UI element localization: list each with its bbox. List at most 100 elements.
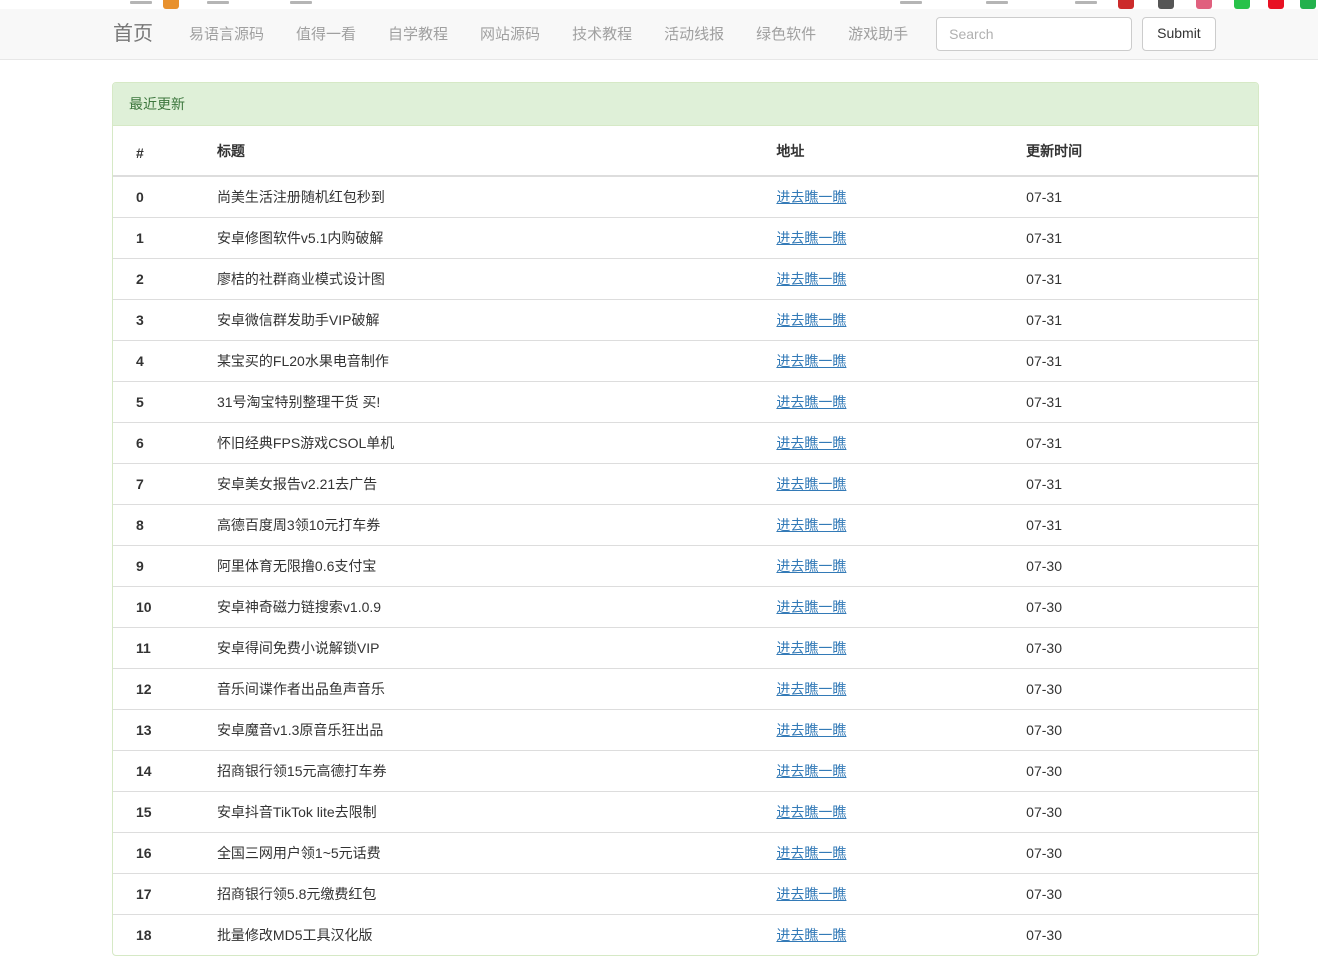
row-update-time: 07-30 <box>1018 874 1258 915</box>
row-index: 1 <box>113 218 209 259</box>
row-title: 批量修改MD5工具汉化版 <box>209 915 768 956</box>
row-index: 6 <box>113 423 209 464</box>
table-row: 8高德百度周3领10元打车券进去瞧一瞧07-31 <box>113 505 1258 546</box>
search-submit-button[interactable]: Submit <box>1142 17 1216 51</box>
bookmark-icon-red-green[interactable] <box>1118 0 1134 9</box>
row-address-cell: 进去瞧一瞧 <box>768 505 1018 546</box>
row-index: 9 <box>113 546 209 587</box>
row-title: 招商银行领15元高德打车券 <box>209 751 768 792</box>
row-visit-link[interactable]: 进去瞧一瞧 <box>776 722 846 738</box>
row-visit-link[interactable]: 进去瞧一瞧 <box>776 558 846 574</box>
row-visit-link[interactable]: 进去瞧一瞧 <box>776 476 846 492</box>
row-address-cell: 进去瞧一瞧 <box>768 669 1018 710</box>
row-address-cell: 进去瞧一瞧 <box>768 833 1018 874</box>
row-address-cell: 进去瞧一瞧 <box>768 464 1018 505</box>
bookmark-bar-1[interactable] <box>130 1 152 4</box>
row-visit-link[interactable]: 进去瞧一瞧 <box>776 927 846 943</box>
row-update-time: 07-30 <box>1018 915 1258 956</box>
row-visit-link[interactable]: 进去瞧一瞧 <box>776 517 846 533</box>
row-update-time: 07-31 <box>1018 423 1258 464</box>
row-address-cell: 进去瞧一瞧 <box>768 792 1018 833</box>
row-update-time: 07-30 <box>1018 792 1258 833</box>
row-index: 7 <box>113 464 209 505</box>
table-row: 7安卓美女报告v2.21去广告进去瞧一瞧07-31 <box>113 464 1258 505</box>
row-index: 8 <box>113 505 209 546</box>
row-index: 5 <box>113 382 209 423</box>
nav-link-1[interactable]: 值得一看 <box>296 27 356 42</box>
row-index: 18 <box>113 915 209 956</box>
row-address-cell: 进去瞧一瞧 <box>768 546 1018 587</box>
nav-link-6[interactable]: 绿色软件 <box>756 27 816 42</box>
row-visit-link[interactable]: 进去瞧一瞧 <box>776 640 846 656</box>
nav-link-7[interactable]: 游戏助手 <box>848 27 908 42</box>
nav-link-0[interactable]: 易语言源码 <box>189 27 264 42</box>
row-visit-link[interactable]: 进去瞧一瞧 <box>776 763 846 779</box>
row-visit-link[interactable]: 进去瞧一瞧 <box>776 230 846 246</box>
nav-links: 易语言源码 值得一看 自学教程 网站源码 技术教程 活动线报 绿色软件 游戏助手 <box>189 27 908 42</box>
bookmark-icon-orange[interactable] <box>163 0 179 9</box>
row-visit-link[interactable]: 进去瞧一瞧 <box>776 189 846 205</box>
row-update-time: 07-30 <box>1018 710 1258 751</box>
navbar-inner: 首页 易语言源码 值得一看 自学教程 网站源码 技术教程 活动线报 绿色软件 游戏助手 Sub… <box>0 17 1318 51</box>
row-visit-link[interactable]: 进去瞧一瞧 <box>776 681 846 697</box>
row-title: 安卓微信群发助手VIP破解 <box>209 300 768 341</box>
row-visit-link[interactable]: 进去瞧一瞧 <box>776 599 846 615</box>
bookmark-icon-green[interactable] <box>1234 0 1250 9</box>
nav-link-5[interactable]: 活动线报 <box>664 27 724 42</box>
table-row: 16全国三网用户领1~5元话费进去瞧一瞧07-30 <box>113 833 1258 874</box>
nav-link-2[interactable]: 自学教程 <box>388 27 448 42</box>
table-row: 10安卓神奇磁力链搜索v1.0.9进去瞧一瞧07-30 <box>113 587 1258 628</box>
table-row: 6怀旧经典FPS游戏CSOL单机进去瞧一瞧07-31 <box>113 423 1258 464</box>
recent-updates-table: # 标题 地址 更新时间 0尚美生活注册随机红包秒到进去瞧一瞧07-311安卓修… <box>113 126 1258 955</box>
row-update-time: 07-30 <box>1018 628 1258 669</box>
row-visit-link[interactable]: 进去瞧一瞧 <box>776 394 846 410</box>
table-row: 13安卓魔音v1.3原音乐狂出品进去瞧一瞧07-30 <box>113 710 1258 751</box>
row-visit-link[interactable]: 进去瞧一瞧 <box>776 312 846 328</box>
bookmark-bar-5[interactable] <box>986 1 1008 4</box>
row-index: 0 <box>113 176 209 218</box>
bookmark-bar-6[interactable] <box>1075 1 1097 4</box>
bookmark-bar-3[interactable] <box>290 1 312 4</box>
row-index: 2 <box>113 259 209 300</box>
bookmark-bar-2[interactable] <box>207 1 229 4</box>
row-title: 廖桔的社群商业模式设计图 <box>209 259 768 300</box>
row-title: 安卓魔音v1.3原音乐狂出品 <box>209 710 768 751</box>
bookmark-icon-red[interactable] <box>1268 0 1284 9</box>
browser-bookmark-bar <box>0 0 1318 9</box>
row-update-time: 07-30 <box>1018 546 1258 587</box>
row-address-cell: 进去瞧一瞧 <box>768 218 1018 259</box>
row-update-time: 07-30 <box>1018 587 1258 628</box>
table-header-row: # 标题 地址 更新时间 <box>113 126 1258 176</box>
bookmark-icon-dark[interactable] <box>1158 0 1174 9</box>
row-update-time: 07-31 <box>1018 505 1258 546</box>
bookmark-icon-pink[interactable] <box>1196 0 1212 9</box>
nav-link-3[interactable]: 网站源码 <box>480 27 540 42</box>
row-address-cell: 进去瞧一瞧 <box>768 259 1018 300</box>
row-title: 音乐间谍作者出品鱼声音乐 <box>209 669 768 710</box>
nav-link-4[interactable]: 技术教程 <box>572 27 632 42</box>
row-visit-link[interactable]: 进去瞧一瞧 <box>776 804 846 820</box>
row-update-time: 07-31 <box>1018 300 1258 341</box>
row-visit-link[interactable]: 进去瞧一瞧 <box>776 271 846 287</box>
table-row: 14招商银行领15元高德打车券进去瞧一瞧07-30 <box>113 751 1258 792</box>
row-update-time: 07-31 <box>1018 382 1258 423</box>
row-update-time: 07-30 <box>1018 751 1258 792</box>
bookmark-icon-green-wechat[interactable] <box>1300 0 1316 9</box>
row-address-cell: 进去瞧一瞧 <box>768 587 1018 628</box>
bookmark-bar-4[interactable] <box>900 1 922 4</box>
row-title: 安卓得间免费小说解锁VIP <box>209 628 768 669</box>
table-row: 9阿里体育无限撸0.6支付宝进去瞧一瞧07-30 <box>113 546 1258 587</box>
row-title: 某宝买的FL20水果电音制作 <box>209 341 768 382</box>
row-index: 11 <box>113 628 209 669</box>
row-update-time: 07-31 <box>1018 464 1258 505</box>
row-visit-link[interactable]: 进去瞧一瞧 <box>776 845 846 861</box>
search-input[interactable] <box>936 17 1132 51</box>
row-visit-link[interactable]: 进去瞧一瞧 <box>776 353 846 369</box>
row-index: 3 <box>113 300 209 341</box>
column-header-title: 标题 <box>209 126 768 176</box>
row-update-time: 07-31 <box>1018 259 1258 300</box>
row-visit-link[interactable]: 进去瞧一瞧 <box>776 886 846 902</box>
nav-brand-home[interactable]: 首页 <box>113 24 153 44</box>
row-visit-link[interactable]: 进去瞧一瞧 <box>776 435 846 451</box>
table-row: 2廖桔的社群商业模式设计图进去瞧一瞧 07-31 <box>113 259 1258 300</box>
